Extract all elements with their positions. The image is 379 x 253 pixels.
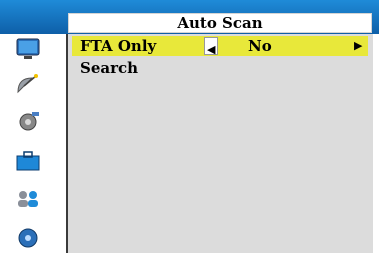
users-icon[interactable] (14, 188, 42, 210)
page-title: Auto Scan (68, 13, 372, 33)
arrow-right-icon[interactable]: ▶ (354, 40, 362, 52)
settings-icon[interactable] (14, 110, 42, 132)
fta-only-value: No (248, 37, 272, 55)
fta-only-label: FTA Only (80, 37, 157, 55)
title-bar: Auto Scan (0, 0, 379, 34)
menu-row-fta-only[interactable]: FTA Only ◀ No ▶ (72, 36, 368, 56)
search-label: Search (80, 59, 139, 77)
sidebar (0, 34, 66, 253)
menu-row-search[interactable]: Search (72, 58, 368, 78)
toolbox-icon[interactable] (14, 150, 42, 172)
media-icon[interactable] (14, 226, 42, 248)
right-edge (373, 34, 379, 253)
arrow-left-icon: ◀ (207, 43, 216, 56)
arrow-left-button[interactable]: ◀ (204, 37, 218, 56)
tv-icon[interactable] (14, 38, 42, 60)
satellite-dish-icon[interactable] (14, 74, 42, 96)
